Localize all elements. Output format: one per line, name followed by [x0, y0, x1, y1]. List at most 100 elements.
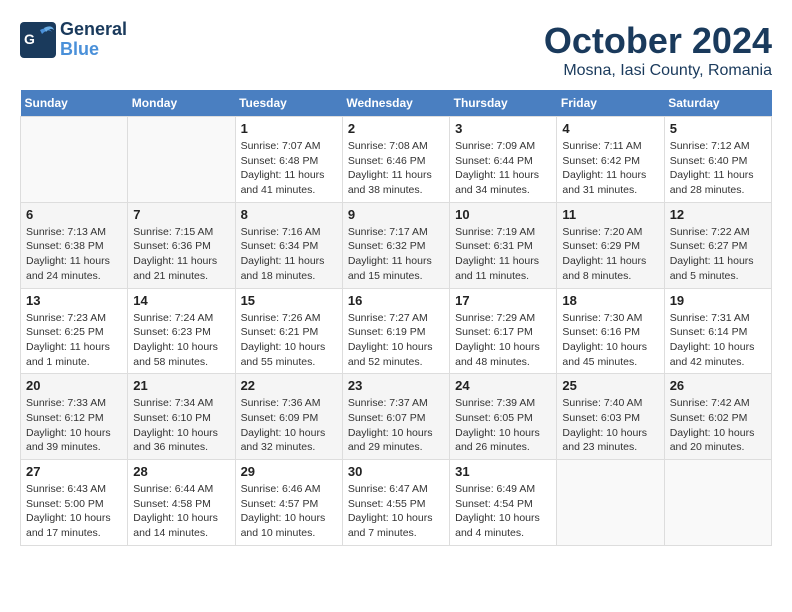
calendar-cell: [557, 460, 664, 546]
day-info: Sunrise: 7:30 AM Sunset: 6:16 PM Dayligh…: [562, 311, 658, 370]
day-info: Sunrise: 7:33 AM Sunset: 6:12 PM Dayligh…: [26, 396, 122, 455]
logo-blue: Blue: [60, 40, 127, 60]
day-info: Sunrise: 7:37 AM Sunset: 6:07 PM Dayligh…: [348, 396, 444, 455]
calendar-cell: 18 Sunrise: 7:30 AM Sunset: 6:16 PM Dayli…: [557, 288, 664, 374]
day-number: 7: [133, 207, 229, 222]
day-header-sunday: Sunday: [21, 90, 128, 117]
calendar-cell: 9Sunrise: 7:17 AM Sunset: 6:32 PM Daylig…: [342, 202, 449, 288]
day-info: Sunrise: 6:46 AM Sunset: 4:57 PM Dayligh…: [241, 482, 337, 541]
day-info: Sunrise: 6:49 AM Sunset: 4:54 PM Dayligh…: [455, 482, 551, 541]
day-info: Sunrise: 7:22 AM Sunset: 6:27 PM Dayligh…: [670, 225, 766, 284]
calendar-cell: [664, 460, 771, 546]
day-number: 15: [241, 293, 337, 308]
header-row: SundayMondayTuesdayWednesdayThursdayFrid…: [21, 90, 772, 117]
calendar-cell: 25 Sunrise: 7:40 AM Sunset: 6:03 PM Dayli…: [557, 374, 664, 460]
day-number: 29: [241, 464, 337, 479]
day-info: Sunrise: 6:43 AM Sunset: 5:00 PM Dayligh…: [26, 482, 122, 541]
day-number: 5: [670, 121, 766, 136]
calendar-cell: 26Sunrise: 7:42 AM Sunset: 6:02 PM Dayli…: [664, 374, 771, 460]
calendar-cell: [21, 117, 128, 203]
day-info: Sunrise: 7:07 AM Sunset: 6:48 PM Dayligh…: [241, 139, 337, 198]
calendar-cell: 31 Sunrise: 6:49 AM Sunset: 4:54 PM Dayli…: [450, 460, 557, 546]
day-header-thursday: Thursday: [450, 90, 557, 117]
day-number: 8: [241, 207, 337, 222]
calendar-cell: 27 Sunrise: 6:43 AM Sunset: 5:00 PM Dayli…: [21, 460, 128, 546]
day-number: 18: [562, 293, 658, 308]
calendar-cell: 7Sunrise: 7:15 AM Sunset: 6:36 PM Daylig…: [128, 202, 235, 288]
day-info: Sunrise: 7:13 AM Sunset: 6:38 PM Dayligh…: [26, 225, 122, 284]
day-number: 1: [241, 121, 337, 136]
day-info: Sunrise: 6:47 AM Sunset: 4:55 PM Dayligh…: [348, 482, 444, 541]
calendar-cell: 1 Sunrise: 7:07 AM Sunset: 6:48 PM Daylig…: [235, 117, 342, 203]
week-row-4: 20Sunrise: 7:33 AM Sunset: 6:12 PM Dayli…: [21, 374, 772, 460]
day-number: 31: [455, 464, 551, 479]
day-info: Sunrise: 7:36 AM Sunset: 6:09 PM Dayligh…: [241, 396, 337, 455]
day-header-wednesday: Wednesday: [342, 90, 449, 117]
day-number: 30: [348, 464, 444, 479]
calendar-cell: 22Sunrise: 7:36 AM Sunset: 6:09 PM Dayli…: [235, 374, 342, 460]
day-info: Sunrise: 7:11 AM Sunset: 6:42 PM Dayligh…: [562, 139, 658, 198]
day-info: Sunrise: 7:39 AM Sunset: 6:05 PM Dayligh…: [455, 396, 551, 455]
day-number: 17: [455, 293, 551, 308]
day-info: Sunrise: 7:40 AM Sunset: 6:03 PM Dayligh…: [562, 396, 658, 455]
calendar-table: SundayMondayTuesdayWednesdayThursdayFrid…: [20, 90, 772, 546]
day-info: Sunrise: 7:34 AM Sunset: 6:10 PM Dayligh…: [133, 396, 229, 455]
calendar-cell: 8Sunrise: 7:16 AM Sunset: 6:34 PM Daylig…: [235, 202, 342, 288]
calendar-cell: 2 Sunrise: 7:08 AM Sunset: 6:46 PM Daylig…: [342, 117, 449, 203]
calendar-cell: 11 Sunrise: 7:20 AM Sunset: 6:29 PM Dayli…: [557, 202, 664, 288]
week-row-5: 27 Sunrise: 6:43 AM Sunset: 5:00 PM Dayli…: [21, 460, 772, 546]
day-info: Sunrise: 7:42 AM Sunset: 6:02 PM Dayligh…: [670, 396, 766, 455]
day-number: 21: [133, 378, 229, 393]
logo-icon: G: [20, 22, 56, 58]
location-title: Mosna, Iasi County, Romania: [544, 62, 772, 80]
day-info: Sunrise: 7:09 AM Sunset: 6:44 PM Dayligh…: [455, 139, 551, 198]
day-number: 2: [348, 121, 444, 136]
day-info: Sunrise: 7:26 AM Sunset: 6:21 PM Dayligh…: [241, 311, 337, 370]
day-info: Sunrise: 7:31 AM Sunset: 6:14 PM Dayligh…: [670, 311, 766, 370]
day-number: 14: [133, 293, 229, 308]
logo: G General Blue: [20, 20, 127, 60]
calendar-cell: 29 Sunrise: 6:46 AM Sunset: 4:57 PM Dayli…: [235, 460, 342, 546]
svg-text:G: G: [24, 31, 35, 47]
day-number: 19: [670, 293, 766, 308]
day-info: Sunrise: 7:20 AM Sunset: 6:29 PM Dayligh…: [562, 225, 658, 284]
day-number: 3: [455, 121, 551, 136]
calendar-cell: 16 Sunrise: 7:27 AM Sunset: 6:19 PM Dayli…: [342, 288, 449, 374]
day-info: Sunrise: 6:44 AM Sunset: 4:58 PM Dayligh…: [133, 482, 229, 541]
month-title: October 2024: [544, 20, 772, 62]
day-header-monday: Monday: [128, 90, 235, 117]
day-info: Sunrise: 7:27 AM Sunset: 6:19 PM Dayligh…: [348, 311, 444, 370]
week-row-2: 6 Sunrise: 7:13 AM Sunset: 6:38 PM Daylig…: [21, 202, 772, 288]
week-row-3: 13 Sunrise: 7:23 AM Sunset: 6:25 PM Dayli…: [21, 288, 772, 374]
calendar-cell: 5Sunrise: 7:12 AM Sunset: 6:40 PM Daylig…: [664, 117, 771, 203]
day-info: Sunrise: 7:23 AM Sunset: 6:25 PM Dayligh…: [26, 311, 122, 370]
calendar-cell: 3 Sunrise: 7:09 AM Sunset: 6:44 PM Daylig…: [450, 117, 557, 203]
calendar-cell: 21 Sunrise: 7:34 AM Sunset: 6:10 PM Dayli…: [128, 374, 235, 460]
calendar-cell: 13 Sunrise: 7:23 AM Sunset: 6:25 PM Dayli…: [21, 288, 128, 374]
day-info: Sunrise: 7:08 AM Sunset: 6:46 PM Dayligh…: [348, 139, 444, 198]
calendar-cell: 19 Sunrise: 7:31 AM Sunset: 6:14 PM Dayli…: [664, 288, 771, 374]
calendar-cell: 14Sunrise: 7:24 AM Sunset: 6:23 PM Dayli…: [128, 288, 235, 374]
day-number: 11: [562, 207, 658, 222]
calendar-cell: 6 Sunrise: 7:13 AM Sunset: 6:38 PM Daylig…: [21, 202, 128, 288]
day-number: 12: [670, 207, 766, 222]
day-header-friday: Friday: [557, 90, 664, 117]
day-info: Sunrise: 7:19 AM Sunset: 6:31 PM Dayligh…: [455, 225, 551, 284]
day-header-tuesday: Tuesday: [235, 90, 342, 117]
day-number: 24: [455, 378, 551, 393]
day-number: 27: [26, 464, 122, 479]
day-number: 28: [133, 464, 229, 479]
calendar-cell: 17 Sunrise: 7:29 AM Sunset: 6:17 PM Dayli…: [450, 288, 557, 374]
day-number: 13: [26, 293, 122, 308]
title-section: October 2024 Mosna, Iasi County, Romania: [544, 20, 772, 80]
logo-general: General: [60, 20, 127, 40]
day-number: 23: [348, 378, 444, 393]
day-number: 6: [26, 207, 122, 222]
day-number: 4: [562, 121, 658, 136]
calendar-cell: 24 Sunrise: 7:39 AM Sunset: 6:05 PM Dayli…: [450, 374, 557, 460]
day-number: 25: [562, 378, 658, 393]
day-info: Sunrise: 7:17 AM Sunset: 6:32 PM Dayligh…: [348, 225, 444, 284]
day-info: Sunrise: 7:29 AM Sunset: 6:17 PM Dayligh…: [455, 311, 551, 370]
week-row-1: 1 Sunrise: 7:07 AM Sunset: 6:48 PM Daylig…: [21, 117, 772, 203]
day-number: 16: [348, 293, 444, 308]
